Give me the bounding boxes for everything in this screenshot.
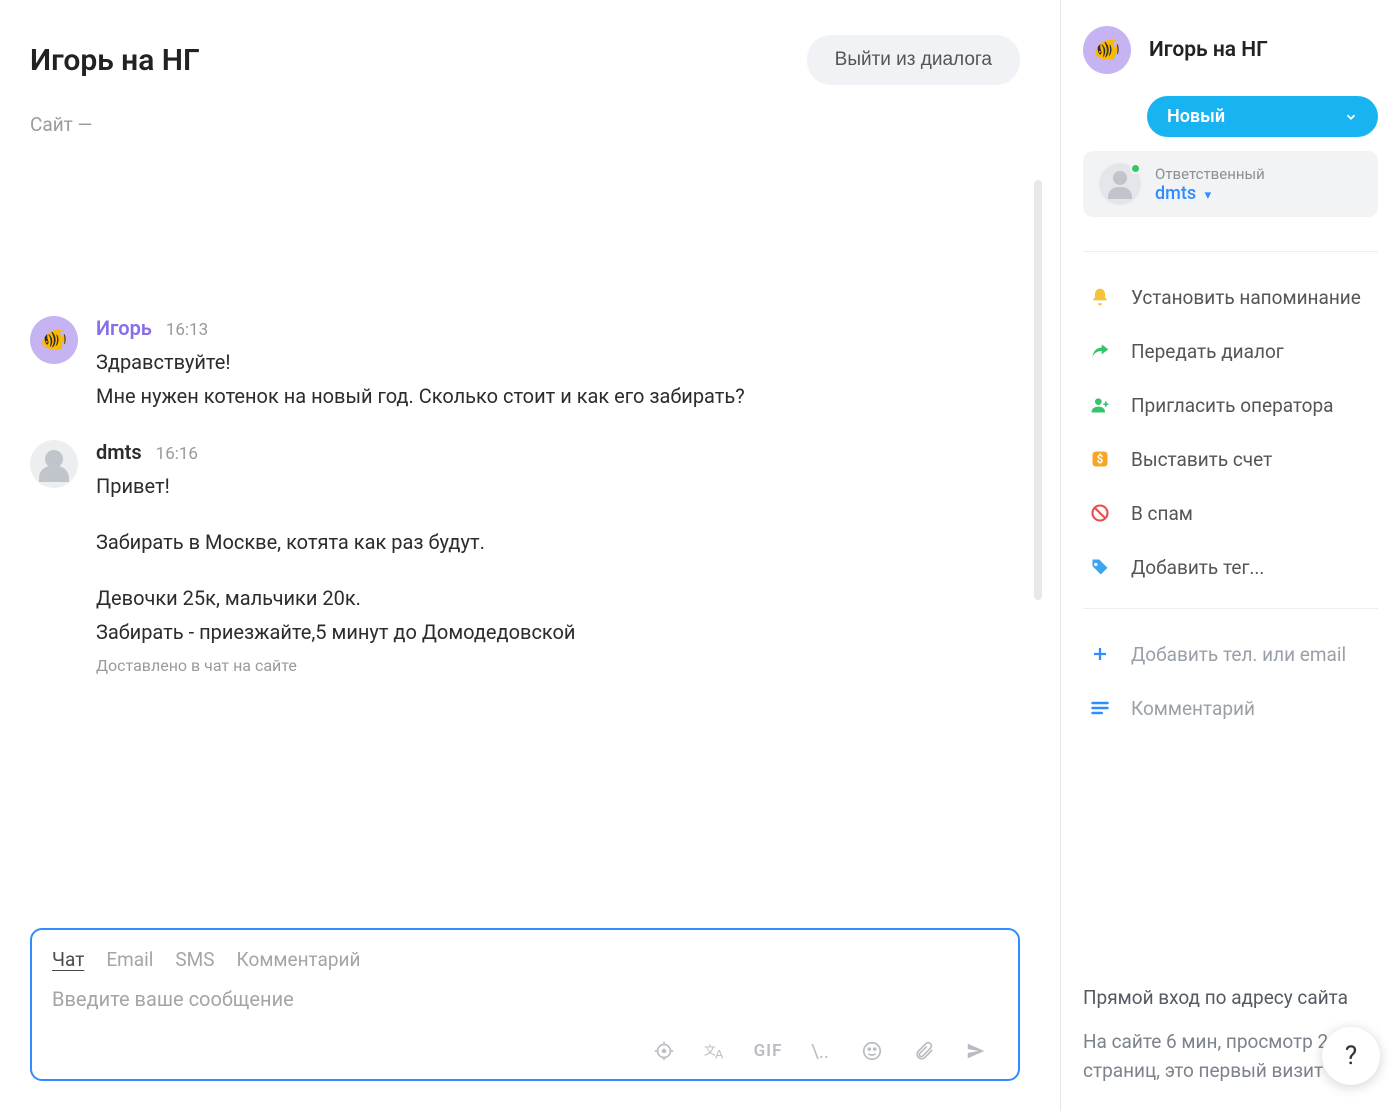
divider (1083, 608, 1378, 609)
sidebar-action-spam[interactable]: В спам (1083, 486, 1378, 540)
gif-icon[interactable]: GIF (754, 1037, 782, 1065)
composer-tools: 文A GIF \.. (52, 1037, 998, 1065)
message: dmts 16:16 Привет! Забирать в Москве, котят… (30, 440, 1015, 675)
target-icon[interactable] (650, 1037, 678, 1065)
sidebar-action-plus[interactable]: Добавить тел. или email (1083, 627, 1378, 681)
sidebar-header: 🐠 Игорь на НГ (1083, 26, 1378, 74)
emoji-icon[interactable] (858, 1037, 886, 1065)
sidebar-extras: Добавить тел. или email Комментарий (1083, 627, 1378, 735)
fish-icon: 🐠 (40, 328, 67, 353)
message-text: Привет! Забирать в Москве, котята как раз… (96, 470, 1015, 648)
scrollbar[interactable] (1034, 180, 1042, 600)
plus-icon (1087, 641, 1113, 667)
sidebar: 🐠 Игорь на НГ Новый Ответственный dmts ▾… (1060, 0, 1400, 1111)
message-text: Здравствуйте!Мне нужен котенок на новый … (96, 346, 1015, 412)
message-line: Здравствуйте! (96, 346, 1015, 378)
tag-icon (1087, 554, 1113, 580)
message-avatar: 🐠 (30, 316, 78, 364)
composer-tab-email[interactable]: Email (106, 948, 153, 971)
page-title: Игорь на НГ (30, 43, 200, 78)
message-author: Игорь (96, 316, 152, 340)
action-label: Пригласить оператора (1131, 394, 1334, 417)
responsible-card[interactable]: Ответственный dmts ▾ (1083, 151, 1378, 217)
message-avatar (30, 440, 78, 488)
responsible-label: Ответственный (1155, 165, 1265, 183)
sidebar-action-invoice[interactable]: $ Выставить счет (1083, 432, 1378, 486)
attach-icon[interactable] (910, 1037, 938, 1065)
composer-tab-комментарий[interactable]: Комментарий (237, 948, 361, 971)
site-line: Сайт — (30, 113, 1060, 136)
invite-icon (1087, 392, 1113, 418)
message-body: Игорь 16:13 Здравствуйте!Мне нужен котенок… (96, 316, 1015, 414)
svg-text:$: $ (1097, 452, 1104, 466)
composer-tab-чат[interactable]: Чат (52, 948, 84, 971)
status-dropdown[interactable]: Новый (1147, 96, 1378, 137)
action-label: Выставить счет (1131, 448, 1272, 471)
action-label: В спам (1131, 502, 1193, 525)
action-label: Добавить тел. или email (1131, 643, 1346, 666)
spam-icon (1087, 500, 1113, 526)
message-time: 16:16 (156, 444, 198, 464)
svg-text:A: A (715, 1047, 723, 1061)
message-line: Мне нужен котенок на новый год. Сколько … (96, 380, 1015, 412)
message-author: dmts (96, 440, 142, 464)
share-icon (1087, 338, 1113, 364)
sidebar-action-tag[interactable]: Добавить тег... (1083, 540, 1378, 594)
message-line: Девочки 25к, мальчики 20к. (96, 582, 1015, 614)
divider (1083, 251, 1378, 252)
slash-command-icon[interactable]: \.. (806, 1037, 834, 1065)
online-dot-icon (1130, 163, 1141, 174)
message-header: Игорь 16:13 (96, 316, 1015, 340)
main-panel: Игорь на НГ Выйти из диалога Сайт — 🐠 Иго… (0, 0, 1060, 1111)
action-label: Передать диалог (1131, 340, 1284, 363)
direct-entry-text: Прямой вход по адресу сайта (1083, 984, 1378, 1013)
sidebar-actions: Установить напоминание Передать диалог При… (1083, 270, 1378, 594)
message-body: dmts 16:16 Привет! Забирать в Москве, котят… (96, 440, 1015, 675)
composer-tabs: Чат Email SMS Комментарий (52, 948, 998, 971)
status-label: Новый (1167, 106, 1225, 127)
message-line: Привет! (96, 470, 1015, 502)
composer-input[interactable]: Введите ваше сообщение (52, 987, 998, 1011)
message-line: Забирать - приезжайте,5 минут до Домодед… (96, 616, 1015, 648)
action-label: Установить напоминание (1131, 286, 1361, 309)
message-line: Забирать в Москве, котята как раз будут. (96, 526, 1015, 558)
exit-dialog-button[interactable]: Выйти из диалога (807, 35, 1020, 85)
header-row: Игорь на НГ Выйти из диалога (30, 35, 1060, 85)
contact-title: Игорь на НГ (1149, 38, 1268, 62)
sidebar-action-bell[interactable]: Установить напоминание (1083, 270, 1378, 324)
bell-icon (1087, 284, 1113, 310)
sidebar-action-invite[interactable]: Пригласить оператора (1083, 378, 1378, 432)
responsible-name[interactable]: dmts ▾ (1155, 183, 1265, 204)
invoice-icon: $ (1087, 446, 1113, 472)
operator-avatar (1099, 163, 1141, 205)
sidebar-action-comment[interactable]: Комментарий (1083, 681, 1378, 735)
action-label: Добавить тег... (1131, 556, 1264, 579)
send-icon[interactable] (962, 1037, 990, 1065)
sidebar-action-share[interactable]: Передать диалог (1083, 324, 1378, 378)
composer-tab-sms[interactable]: SMS (175, 948, 214, 971)
chevron-down-icon: ▾ (1205, 188, 1212, 203)
fish-icon: 🐠 (1093, 38, 1120, 63)
action-label: Комментарий (1131, 697, 1255, 720)
message-time: 16:13 (166, 320, 208, 340)
message-header: dmts 16:16 (96, 440, 1015, 464)
delivery-status: Доставлено в чат на сайте (96, 656, 1015, 675)
comment-icon (1087, 695, 1113, 721)
composer: Чат Email SMS Комментарий Введите ваше сооб… (30, 928, 1020, 1081)
contact-avatar: 🐠 (1083, 26, 1131, 74)
message: 🐠 Игорь 16:13 Здравствуйте!Мне нужен котено… (30, 316, 1015, 414)
help-button[interactable]: ? (1322, 1027, 1380, 1085)
messages-list: 🐠 Игорь 16:13 Здравствуйте!Мне нужен котено… (30, 316, 1060, 918)
chevron-down-icon (1344, 110, 1358, 124)
translate-icon[interactable]: 文A (702, 1037, 730, 1065)
